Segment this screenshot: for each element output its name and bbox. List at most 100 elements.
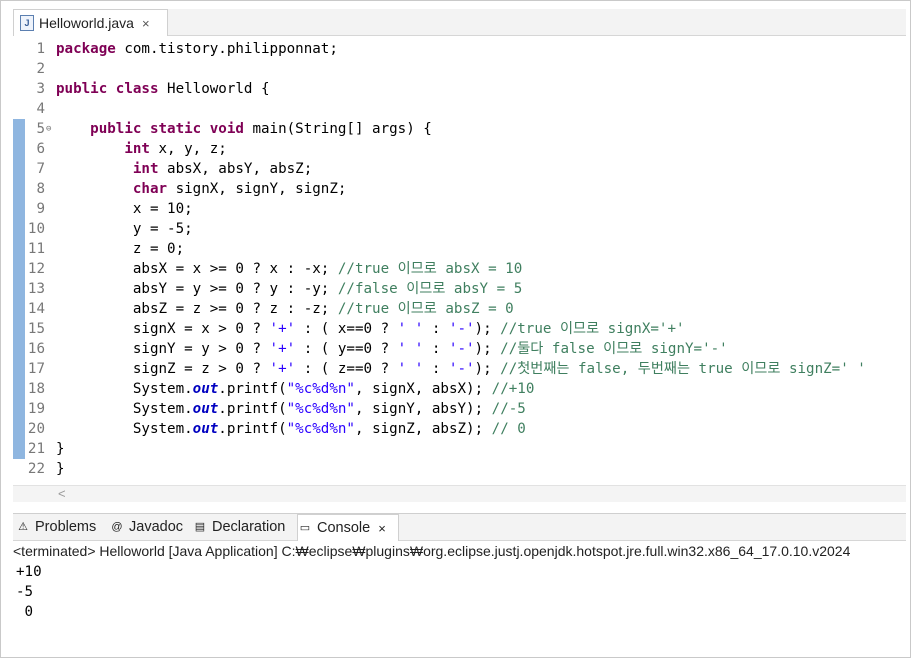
code-text: z = 0; [56, 241, 185, 257]
line-number: 20 [27, 421, 45, 437]
change-marker [13, 179, 25, 199]
code-text: System.out.printf("%c%d%n", signY, absY)… [56, 401, 526, 417]
code-line[interactable]: 7 int absX, absY, absZ; [13, 159, 906, 179]
tab-label: Javadoc [129, 519, 184, 535]
scroll-left-icon[interactable]: < [58, 486, 66, 501]
code-text: } [56, 441, 65, 457]
code-text: absZ = z >= 0 ? z : -z; //true 이므로 absZ … [56, 301, 514, 317]
code-line[interactable]: 4 [13, 99, 906, 119]
code-text: System.out.printf("%c%d%n", signX, absX)… [56, 381, 535, 397]
fold-toggle-icon[interactable]: ⊖ [46, 119, 51, 139]
line-number: 22 [27, 461, 45, 477]
console-status: <terminated> Helloworld [Java Applicatio… [13, 543, 851, 559]
tab-label: Problems [35, 519, 97, 535]
line-number: 13 [27, 281, 45, 297]
change-marker [13, 259, 25, 279]
code-text: System.out.printf("%c%d%n", signZ, absZ)… [56, 421, 526, 437]
editor-tab-helloworld[interactable]: J Helloworld.java × [13, 9, 168, 36]
declaration-icon: ▤ [194, 521, 206, 533]
code-editor[interactable]: 1 package com.tistory.philipponnat; 2 3 publ… [13, 37, 906, 485]
ide-window: J Helloworld.java × 1 package com.tistory… [0, 0, 911, 658]
code-line[interactable]: 10 y = -5; [13, 219, 906, 239]
change-marker [13, 419, 25, 439]
code-text: public class Helloworld { [56, 81, 270, 97]
code-line[interactable]: 8 char signX, signY, signZ; [13, 179, 906, 199]
java-file-icon: J [20, 15, 34, 31]
code-text: signY = y > 0 ? '+' : ( y==0 ? ' ' : '-'… [56, 341, 728, 357]
change-marker [13, 219, 25, 239]
line-number: 15 [27, 321, 45, 337]
console-line: 0 [16, 604, 34, 620]
code-text: absY = y >= 0 ? y : -y; //false 이므로 absY… [56, 281, 523, 297]
code-text: int x, y, z; [124, 141, 227, 157]
change-marker [13, 279, 25, 299]
tab-label: Declaration [212, 519, 286, 535]
change-marker [13, 119, 25, 139]
code-line[interactable]: 13 absY = y >= 0 ? y : -y; //false 이므로 a… [13, 279, 906, 299]
code-line[interactable]: 15 signX = x > 0 ? '+' : ( x==0 ? ' ' : … [13, 319, 906, 339]
console-line: +10 [16, 564, 42, 580]
line-number: 6 [36, 141, 45, 157]
change-marker [13, 379, 25, 399]
editor-tab-strip: J Helloworld.java × [13, 9, 906, 36]
change-marker [13, 239, 25, 259]
console-icon: ▭ [299, 522, 311, 534]
code-text: public static void main(String[] args) { [90, 121, 432, 137]
line-number: 10 [27, 221, 45, 237]
code-line[interactable]: 20 System.out.printf("%c%d%n", signZ, ab… [13, 419, 906, 439]
line-number: 7 [36, 161, 45, 177]
code-line[interactable]: 17 signZ = z > 0 ? '+' : ( z==0 ? ' ' : … [13, 359, 906, 379]
change-marker [13, 359, 25, 379]
line-number: 16 [27, 341, 45, 357]
line-number: 21 [27, 441, 45, 457]
line-number: 14 [27, 301, 45, 317]
console-output[interactable]: +10 -5 0 [13, 562, 906, 652]
close-icon[interactable]: × [378, 521, 386, 536]
tab-javadoc[interactable]: @ Javadoc [110, 514, 190, 540]
console-line: -5 [16, 584, 34, 600]
code-text: } [56, 461, 65, 477]
line-number: 19 [27, 401, 45, 417]
tab-problems[interactable]: ⚠ Problems [16, 514, 108, 540]
code-text: int absX, absY, absZ; [132, 161, 313, 177]
code-line[interactable]: 6 int x, y, z; [13, 139, 906, 159]
tab-label: Console [317, 520, 371, 536]
line-number: 1 [36, 41, 45, 57]
line-number: 11 [27, 241, 45, 257]
line-number: 9 [36, 201, 45, 217]
code-line[interactable]: 16 signY = y > 0 ? '+' : ( y==0 ? ' ' : … [13, 339, 906, 359]
code-line[interactable]: 5 ⊖ public static void main(String[] args… [13, 119, 906, 139]
change-marker [13, 339, 25, 359]
code-text: x = 10; [56, 201, 193, 217]
code-text: char signX, signY, signZ; [132, 181, 347, 197]
line-number: 3 [36, 81, 45, 97]
change-marker [13, 439, 25, 459]
line-number: 8 [36, 181, 45, 197]
code-text: signX = x > 0 ? '+' : ( x==0 ? ' ' : '-'… [56, 321, 685, 337]
code-line[interactable]: 2 [13, 59, 906, 79]
close-icon[interactable]: × [142, 16, 150, 31]
code-text: package com.tistory.philipponnat; [56, 41, 338, 57]
change-marker [13, 199, 25, 219]
code-line[interactable]: 18 System.out.printf("%c%d%n", signX, ab… [13, 379, 906, 399]
code-text: y = -5; [56, 221, 193, 237]
code-line[interactable]: 3 public class Helloworld { [13, 79, 906, 99]
code-line[interactable]: 22} [13, 459, 906, 479]
code-line[interactable]: 19 System.out.printf("%c%d%n", signY, ab… [13, 399, 906, 419]
code-text: signZ = z > 0 ? '+' : ( z==0 ? ' ' : '-'… [56, 361, 866, 377]
line-number: 4 [36, 101, 45, 117]
code-line[interactable]: 1 package com.tistory.philipponnat; [13, 39, 906, 59]
code-line[interactable]: 9 x = 10; [13, 199, 906, 219]
tab-console[interactable]: ▭ Console × [297, 514, 399, 541]
change-marker [13, 159, 25, 179]
code-line[interactable]: 21} [13, 439, 906, 459]
line-number: 17 [27, 361, 45, 377]
change-marker [13, 299, 25, 319]
horizontal-scrollbar[interactable]: < [13, 485, 906, 502]
tab-declaration[interactable]: ▤ Declaration [193, 514, 295, 540]
code-line[interactable]: 12 absX = x >= 0 ? x : -x; //true 이므로 ab… [13, 259, 906, 279]
change-marker [13, 139, 25, 159]
code-line[interactable]: 11 z = 0; [13, 239, 906, 259]
bottom-view-tabs: ⚠ Problems @ Javadoc ▤ Declaration ▭ Console × [13, 513, 906, 541]
code-line[interactable]: 14 absZ = z >= 0 ? z : -z; //true 이므로 ab… [13, 299, 906, 319]
